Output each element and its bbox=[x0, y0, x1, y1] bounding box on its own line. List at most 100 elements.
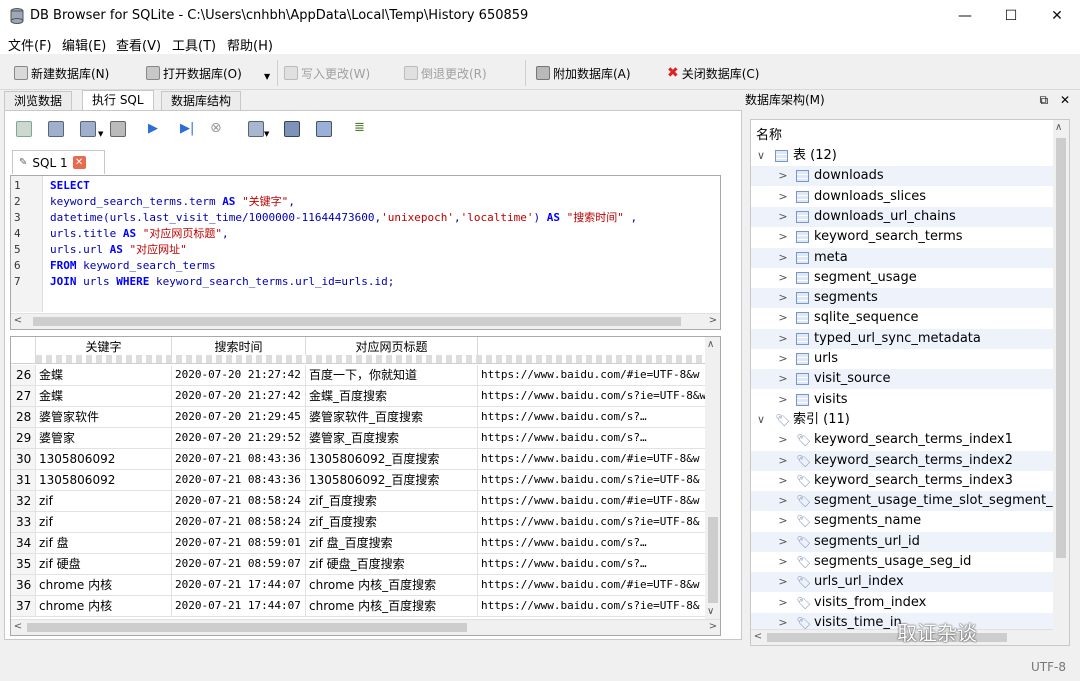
cell-search-time[interactable]: 2020-07-20 21:27:42 bbox=[172, 386, 306, 406]
tree-item-index[interactable]: > 🏷 urls_url_index bbox=[751, 572, 1053, 593]
minimize-button[interactable]: — bbox=[942, 0, 988, 32]
menu-view[interactable]: 查看(V) bbox=[116, 35, 161, 54]
cell-page-title[interactable]: 金蝶_百度搜索 bbox=[306, 386, 478, 406]
save-dropdown-arrow-icon[interactable]: ▼ bbox=[98, 130, 103, 138]
menu-edit[interactable]: 编辑(E) bbox=[62, 35, 106, 54]
tree-item-table[interactable]: > downloads bbox=[751, 166, 1053, 187]
results-dropdown-arrow-icon[interactable]: ▼ bbox=[264, 130, 269, 138]
row-number[interactable]: 31 bbox=[11, 470, 36, 490]
cell-url[interactable]: https://www.baidu.com/s?… bbox=[478, 428, 706, 448]
cell-keyword[interactable]: 1305806092 bbox=[36, 470, 172, 490]
chevron-right-icon[interactable]: > bbox=[777, 572, 789, 592]
cell-keyword[interactable]: 婆管家软件 bbox=[36, 407, 172, 427]
row-number[interactable]: 32 bbox=[11, 491, 36, 511]
tree-item-table[interactable]: > segment_usage bbox=[751, 268, 1053, 288]
cell-keyword[interactable]: chrome 内核 bbox=[36, 575, 172, 595]
tree-vertical-scrollbar[interactable]: ∧ bbox=[1053, 120, 1069, 645]
row-number[interactable]: 34 bbox=[11, 533, 36, 553]
cell-keyword[interactable]: 婆管家 bbox=[36, 428, 172, 448]
print-icon[interactable] bbox=[110, 121, 126, 137]
tree-item-table[interactable]: > downloads_url_chains bbox=[751, 206, 1053, 227]
cell-url[interactable]: https://www.baidu.com/#ie=UTF-8&w bbox=[478, 575, 706, 595]
scroll-up-icon[interactable]: ∧ bbox=[707, 339, 714, 350]
cell-keyword[interactable]: 1305806092 bbox=[36, 449, 172, 469]
save-sql-file-icon[interactable] bbox=[80, 121, 96, 137]
tree-item-table[interactable]: > urls bbox=[751, 349, 1053, 369]
open-sql-file-icon[interactable] bbox=[48, 121, 64, 137]
tree-item-index[interactable]: > 🏷 keyword_search_terms_index2 bbox=[751, 450, 1053, 471]
find-replace-icon[interactable] bbox=[316, 121, 332, 137]
cell-search-time[interactable]: 2020-07-20 21:27:42 bbox=[172, 365, 306, 385]
table-row[interactable]: 31 1305806092 2020-07-21 08:43:36 130580609… bbox=[11, 470, 706, 491]
cell-keyword[interactable]: 金蝶 bbox=[36, 386, 172, 406]
find-text-icon[interactable] bbox=[284, 121, 300, 137]
row-number[interactable]: 35 bbox=[11, 554, 36, 574]
scroll-thumb[interactable] bbox=[708, 517, 718, 603]
table-row[interactable]: 32 zif 2020-07-21 08:58:24 zif_百度搜索 https://… bbox=[11, 491, 706, 512]
tree-item-index[interactable]: > 🏷 segment_usage_time_slot_segment_id bbox=[751, 491, 1064, 512]
cell-search-time[interactable]: 2020-07-21 17:44:07 bbox=[172, 575, 306, 595]
chevron-right-icon[interactable]: > bbox=[777, 471, 789, 491]
cell-url[interactable]: https://www.baidu.com/#ie=UTF-8&w bbox=[478, 491, 706, 511]
cell-url[interactable]: https://www.baidu.com/s?… bbox=[478, 533, 706, 553]
cell-url[interactable]: https://www.baidu.com/#ie=UTF-8&w bbox=[478, 365, 706, 385]
tree-item-table[interactable]: > meta bbox=[751, 247, 1053, 268]
write-changes-button[interactable]: 写入更改(W) bbox=[284, 62, 370, 84]
chevron-right-icon[interactable]: > bbox=[777, 552, 789, 572]
table-row[interactable]: 35 zif 硬盘 2020-07-21 08:59:07 zif 硬盘_百度搜索 ht… bbox=[11, 554, 706, 575]
chevron-right-icon[interactable]: > bbox=[777, 248, 789, 268]
tree-item-table[interactable]: > sqlite_sequence bbox=[751, 308, 1053, 328]
close-database-button[interactable]: ✖ 关闭数据库(C) bbox=[667, 62, 759, 84]
cell-search-time[interactable]: 2020-07-21 08:58:24 bbox=[172, 512, 306, 532]
table-row[interactable]: 27 金蝶 2020-07-20 21:27:42 金蝶_百度搜索 https://ww… bbox=[11, 386, 706, 407]
table-row[interactable]: 36 chrome 内核 2020-07-21 17:44:07 chrome 内核_… bbox=[11, 575, 706, 596]
chevron-right-icon[interactable]: > bbox=[777, 308, 789, 328]
cell-url[interactable]: https://www.baidu.com/s?ie=UTF-8&w bbox=[478, 386, 706, 406]
close-sql-tab-icon[interactable]: ✕ bbox=[72, 156, 86, 169]
chevron-right-icon[interactable]: > bbox=[777, 329, 789, 349]
table-row[interactable]: 28 婆管家软件 2020-07-20 21:29:45 婆管家软件_百度搜索 http… bbox=[11, 407, 706, 428]
tree-item-table[interactable]: > visit_source bbox=[751, 369, 1053, 390]
chevron-right-icon[interactable]: > bbox=[777, 207, 789, 227]
row-number[interactable]: 36 bbox=[11, 575, 36, 595]
tree-item-table[interactable]: > keyword_search_terms bbox=[751, 227, 1053, 247]
table-row[interactable]: 37 chrome 内核 2020-07-21 17:44:07 chrome 内核_… bbox=[11, 596, 706, 617]
chevron-right-icon[interactable]: > bbox=[777, 491, 789, 511]
execute-current-line-icon[interactable]: ▶| bbox=[180, 121, 194, 136]
tree-group-tables[interactable]: ∨ 表 (12) bbox=[751, 146, 1053, 166]
tree-item-index[interactable]: > 🏷 segments_url_id bbox=[751, 531, 1053, 552]
tree-item-index[interactable]: > 🏷 segments_name bbox=[751, 511, 1053, 531]
chevron-right-icon[interactable]: > bbox=[777, 369, 789, 389]
sql-editor-tab[interactable]: ✎ SQL 1 ✕ bbox=[12, 150, 105, 174]
editor-horizontal-scrollbar[interactable]: < > bbox=[11, 313, 720, 329]
row-number[interactable]: 26 bbox=[11, 365, 36, 385]
scroll-thumb[interactable] bbox=[27, 623, 467, 632]
tree-item-index[interactable]: > 🏷 keyword_search_terms_index1 bbox=[751, 430, 1053, 450]
table-row[interactable]: 26 金蝶 2020-07-20 21:27:42 百度一下，你就知道 https://… bbox=[11, 365, 706, 386]
cell-page-title[interactable]: zif 硬盘_百度搜索 bbox=[306, 554, 478, 574]
tree-item-index[interactable]: > 🏷 visits_from_index bbox=[751, 593, 1053, 613]
cell-page-title[interactable]: 婆管家_百度搜索 bbox=[306, 428, 478, 448]
tree-item-table[interactable]: > visits bbox=[751, 390, 1053, 410]
chevron-right-icon[interactable]: > bbox=[777, 268, 789, 288]
attach-database-button[interactable]: 附加数据库(A) bbox=[536, 62, 631, 84]
chevron-right-icon[interactable]: > bbox=[777, 288, 789, 308]
chevron-down-icon[interactable]: ∨ bbox=[755, 146, 767, 166]
scroll-down-icon[interactable]: ∨ bbox=[707, 606, 714, 617]
row-number[interactable]: 30 bbox=[11, 449, 36, 469]
revert-changes-button[interactable]: 倒退更改(R) bbox=[404, 62, 487, 84]
tree-item-index[interactable]: > 🏷 keyword_search_terms_index3 bbox=[751, 471, 1053, 491]
cell-keyword[interactable]: zif bbox=[36, 512, 172, 532]
cell-search-time[interactable]: 2020-07-21 08:59:01 bbox=[172, 533, 306, 553]
results-horizontal-scrollbar[interactable]: < > bbox=[11, 619, 720, 635]
cell-page-title[interactable]: zif 盘_百度搜索 bbox=[306, 533, 478, 553]
cell-url[interactable]: https://www.baidu.com/s?ie=UTF-8& bbox=[478, 596, 706, 616]
tree-item-index[interactable]: > 🏷 segments_usage_seg_id bbox=[751, 552, 1053, 572]
row-number[interactable]: 37 bbox=[11, 596, 36, 616]
scroll-thumb[interactable] bbox=[1056, 138, 1066, 558]
cell-search-time[interactable]: 2020-07-21 08:59:07 bbox=[172, 554, 306, 574]
chevron-right-icon[interactable]: > bbox=[777, 593, 789, 613]
table-row[interactable]: 30 1305806092 2020-07-21 08:43:36 130580609… bbox=[11, 449, 706, 470]
maximize-button[interactable]: ☐ bbox=[988, 0, 1034, 32]
open-tab-icon[interactable] bbox=[16, 121, 32, 137]
